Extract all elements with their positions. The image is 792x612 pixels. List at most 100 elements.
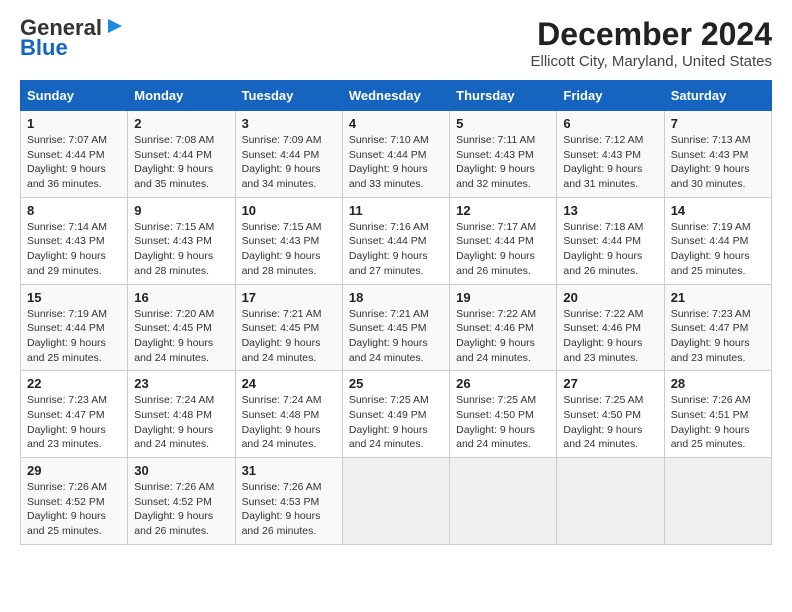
calendar-cell: 8 Sunrise: 7:14 AM Sunset: 4:43 PM Daylig…: [21, 197, 128, 284]
calendar-cell: 3Sunrise: 7:09 AM Sunset: 4:44 PM Daylig…: [235, 111, 342, 198]
calendar-cell: 29 Sunrise: 7:26 AM Sunset: 4:52 PM Dayli…: [21, 458, 128, 545]
day-info: Sunrise: 7:22 AM Sunset: 4:46 PM Dayligh…: [456, 307, 550, 366]
day-number: 11: [349, 203, 443, 218]
calendar-cell: 11 Sunrise: 7:16 AM Sunset: 4:44 PM Dayli…: [342, 197, 449, 284]
day-number: 16: [134, 290, 228, 305]
day-info: Sunrise: 7:12 AM Sunset: 4:43 PM Dayligh…: [563, 133, 657, 192]
day-info: Sunrise: 7:26 AM Sunset: 4:52 PM Dayligh…: [27, 480, 121, 539]
day-info: Sunrise: 7:20 AM Sunset: 4:45 PM Dayligh…: [134, 307, 228, 366]
calendar-table: SundayMondayTuesdayWednesdayThursdayFrid…: [20, 80, 772, 545]
day-info: Sunrise: 7:24 AM Sunset: 4:48 PM Dayligh…: [242, 393, 336, 452]
day-info: Sunrise: 7:21 AM Sunset: 4:45 PM Dayligh…: [349, 307, 443, 366]
day-number: 27: [563, 376, 657, 391]
calendar-subtitle: Ellicott City, Maryland, United States: [531, 53, 772, 70]
weekday-header-sunday: Sunday: [21, 81, 128, 111]
day-info: Sunrise: 7:07 AM Sunset: 4:44 PM Dayligh…: [27, 133, 121, 192]
day-number: 6: [563, 116, 657, 131]
logo-arrow-icon: [104, 15, 126, 37]
day-info: Sunrise: 7:22 AM Sunset: 4:46 PM Dayligh…: [563, 307, 657, 366]
calendar-cell: 30Sunrise: 7:26 AM Sunset: 4:52 PM Dayli…: [128, 458, 235, 545]
day-info: Sunrise: 7:10 AM Sunset: 4:44 PM Dayligh…: [349, 133, 443, 192]
day-info: Sunrise: 7:15 AM Sunset: 4:43 PM Dayligh…: [134, 220, 228, 279]
day-number: 14: [671, 203, 765, 218]
day-number: 28: [671, 376, 765, 391]
day-info: Sunrise: 7:26 AM Sunset: 4:53 PM Dayligh…: [242, 480, 336, 539]
day-number: 19: [456, 290, 550, 305]
day-number: 5: [456, 116, 550, 131]
day-info: Sunrise: 7:17 AM Sunset: 4:44 PM Dayligh…: [456, 220, 550, 279]
weekday-header-monday: Monday: [128, 81, 235, 111]
logo: General Blue: [20, 16, 126, 60]
day-info: Sunrise: 7:15 AM Sunset: 4:43 PM Dayligh…: [242, 220, 336, 279]
day-number: 22: [27, 376, 121, 391]
day-number: 4: [349, 116, 443, 131]
day-number: 25: [349, 376, 443, 391]
day-info: Sunrise: 7:16 AM Sunset: 4:44 PM Dayligh…: [349, 220, 443, 279]
day-info: Sunrise: 7:14 AM Sunset: 4:43 PM Dayligh…: [27, 220, 121, 279]
weekday-header-friday: Friday: [557, 81, 664, 111]
day-number: 15: [27, 290, 121, 305]
calendar-cell: 25 Sunrise: 7:25 AM Sunset: 4:49 PM Dayli…: [342, 371, 449, 458]
calendar-body: 1 Sunrise: 7:07 AM Sunset: 4:44 PM Daylig…: [21, 111, 772, 545]
day-number: 29: [27, 463, 121, 478]
calendar-cell: 1 Sunrise: 7:07 AM Sunset: 4:44 PM Daylig…: [21, 111, 128, 198]
day-number: 2: [134, 116, 228, 131]
calendar-cell: 28 Sunrise: 7:26 AM Sunset: 4:51 PM Dayli…: [664, 371, 771, 458]
day-number: 26: [456, 376, 550, 391]
calendar-cell: [664, 458, 771, 545]
calendar-cell: 22 Sunrise: 7:23 AM Sunset: 4:47 PM Dayli…: [21, 371, 128, 458]
calendar-cell: 12 Sunrise: 7:17 AM Sunset: 4:44 PM Dayli…: [450, 197, 557, 284]
calendar-cell: 19 Sunrise: 7:22 AM Sunset: 4:46 PM Dayli…: [450, 284, 557, 371]
day-number: 13: [563, 203, 657, 218]
calendar-cell: [342, 458, 449, 545]
day-info: Sunrise: 7:11 AM Sunset: 4:43 PM Dayligh…: [456, 133, 550, 192]
calendar-week-5: 29 Sunrise: 7:26 AM Sunset: 4:52 PM Dayli…: [21, 458, 772, 545]
day-info: Sunrise: 7:13 AM Sunset: 4:43 PM Dayligh…: [671, 133, 765, 192]
calendar-cell: [450, 458, 557, 545]
day-info: Sunrise: 7:25 AM Sunset: 4:50 PM Dayligh…: [563, 393, 657, 452]
calendar-week-4: 22 Sunrise: 7:23 AM Sunset: 4:47 PM Dayli…: [21, 371, 772, 458]
day-info: Sunrise: 7:25 AM Sunset: 4:50 PM Dayligh…: [456, 393, 550, 452]
day-number: 20: [563, 290, 657, 305]
header: General Blue December 2024 Ellicott City…: [20, 16, 772, 70]
weekday-header-tuesday: Tuesday: [235, 81, 342, 111]
calendar-cell: 6 Sunrise: 7:12 AM Sunset: 4:43 PM Daylig…: [557, 111, 664, 198]
day-info: Sunrise: 7:18 AM Sunset: 4:44 PM Dayligh…: [563, 220, 657, 279]
day-number: 18: [349, 290, 443, 305]
calendar-cell: 2 Sunrise: 7:08 AM Sunset: 4:44 PM Daylig…: [128, 111, 235, 198]
day-info: Sunrise: 7:26 AM Sunset: 4:52 PM Dayligh…: [134, 480, 228, 539]
day-info: Sunrise: 7:19 AM Sunset: 4:44 PM Dayligh…: [671, 220, 765, 279]
day-number: 1: [27, 116, 121, 131]
calendar-cell: 16 Sunrise: 7:20 AM Sunset: 4:45 PM Dayli…: [128, 284, 235, 371]
calendar-cell: 21Sunrise: 7:23 AM Sunset: 4:47 PM Dayli…: [664, 284, 771, 371]
day-info: Sunrise: 7:26 AM Sunset: 4:51 PM Dayligh…: [671, 393, 765, 452]
calendar-cell: 10Sunrise: 7:15 AM Sunset: 4:43 PM Dayli…: [235, 197, 342, 284]
day-number: 17: [242, 290, 336, 305]
weekday-header-saturday: Saturday: [664, 81, 771, 111]
calendar-cell: 24 Sunrise: 7:24 AM Sunset: 4:48 PM Dayli…: [235, 371, 342, 458]
calendar-cell: 17Sunrise: 7:21 AM Sunset: 4:45 PM Dayli…: [235, 284, 342, 371]
calendar-cell: [557, 458, 664, 545]
day-info: Sunrise: 7:08 AM Sunset: 4:44 PM Dayligh…: [134, 133, 228, 192]
calendar-week-1: 1 Sunrise: 7:07 AM Sunset: 4:44 PM Daylig…: [21, 111, 772, 198]
day-info: Sunrise: 7:23 AM Sunset: 4:47 PM Dayligh…: [27, 393, 121, 452]
calendar-cell: 27 Sunrise: 7:25 AM Sunset: 4:50 PM Dayli…: [557, 371, 664, 458]
day-info: Sunrise: 7:24 AM Sunset: 4:48 PM Dayligh…: [134, 393, 228, 452]
day-info: Sunrise: 7:19 AM Sunset: 4:44 PM Dayligh…: [27, 307, 121, 366]
calendar-week-3: 15 Sunrise: 7:19 AM Sunset: 4:44 PM Dayli…: [21, 284, 772, 371]
day-number: 12: [456, 203, 550, 218]
day-number: 8: [27, 203, 121, 218]
calendar-cell: 7 Sunrise: 7:13 AM Sunset: 4:43 PM Daylig…: [664, 111, 771, 198]
calendar-cell: 4 Sunrise: 7:10 AM Sunset: 4:44 PM Daylig…: [342, 111, 449, 198]
day-number: 7: [671, 116, 765, 131]
day-number: 24: [242, 376, 336, 391]
day-info: Sunrise: 7:25 AM Sunset: 4:49 PM Dayligh…: [349, 393, 443, 452]
calendar-cell: 31Sunrise: 7:26 AM Sunset: 4:53 PM Dayli…: [235, 458, 342, 545]
calendar-cell: 18 Sunrise: 7:21 AM Sunset: 4:45 PM Dayli…: [342, 284, 449, 371]
calendar-cell: 14 Sunrise: 7:19 AM Sunset: 4:44 PM Dayli…: [664, 197, 771, 284]
day-info: Sunrise: 7:09 AM Sunset: 4:44 PM Dayligh…: [242, 133, 336, 192]
calendar-title: December 2024: [531, 16, 772, 53]
day-number: 9: [134, 203, 228, 218]
calendar-cell: 23 Sunrise: 7:24 AM Sunset: 4:48 PM Dayli…: [128, 371, 235, 458]
day-number: 23: [134, 376, 228, 391]
